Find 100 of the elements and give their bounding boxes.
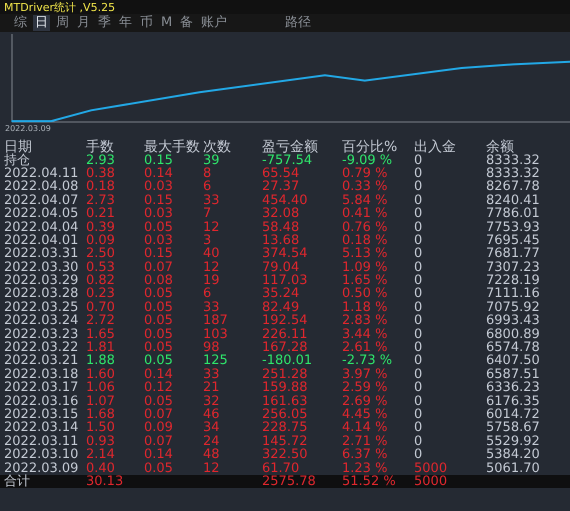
tab[interactable]: M: [159, 15, 174, 31]
tab[interactable]: 账户: [199, 15, 230, 31]
table-cell-text: 0.05: [144, 462, 174, 475]
table-cell-text: 5.84 %: [342, 194, 388, 207]
tab[interactable]: 日: [33, 15, 50, 31]
date-cell-text: 2022.03.28: [4, 287, 80, 300]
tab[interactable]: 年: [117, 15, 134, 31]
tab[interactable]: 币: [138, 15, 155, 31]
table-cell-text: 0.33 %: [342, 180, 388, 194]
balance-cell-text: 8240.41: [486, 194, 541, 207]
date-cell-text: 2022.03.29: [4, 274, 80, 288]
table-cell-text: 159.88: [262, 381, 308, 394]
chart-date-label: 2022.03.09: [4, 124, 52, 133]
deposit-cell-text: 5000: [414, 474, 448, 488]
column-header: 最大手数: [144, 140, 201, 154]
table-cell-text: 226.11: [262, 328, 308, 341]
table-cell-text: 5.13 %: [342, 247, 388, 260]
table-cell-text: 0.05: [144, 394, 174, 408]
table-cell-text: 0.15: [144, 154, 173, 167]
table-cell-text: 2.14: [86, 448, 116, 462]
column-header: 手数: [86, 140, 115, 154]
date-cell-text: 2022.04.05: [4, 207, 80, 220]
tab[interactable]: 季: [96, 15, 113, 31]
tab[interactable]: 备: [178, 15, 196, 31]
tab[interactable]: 周: [54, 15, 71, 31]
table-cell-text: 1.07: [86, 394, 116, 408]
table-cell-text: 125: [203, 354, 229, 368]
date-cell-text: 2022.04.07: [4, 194, 80, 207]
deposit-cell-text: 0: [414, 434, 424, 448]
balance-cell-text: 6574.78: [486, 341, 541, 354]
table-cell-text: 0.05: [144, 220, 174, 234]
table-cell-text: 228.75: [262, 421, 308, 434]
table-cell-text: 98: [203, 341, 220, 354]
date-cell-text: 2022.03.24: [4, 314, 80, 328]
balance-cell-text: 7075.92: [486, 300, 541, 314]
table-cell-text: 117.03: [262, 274, 308, 288]
column-header: 次数: [203, 140, 232, 154]
table-cell-text: 4.45 %: [342, 408, 388, 421]
balance-cell-text: 8267.78: [486, 180, 541, 194]
balance-cell-text: 6336.23: [486, 381, 541, 394]
balance-cell-text: 7753.93: [486, 220, 541, 234]
column-header: 盈亏金额: [262, 140, 319, 154]
deposit-cell-text: 0: [414, 154, 424, 167]
table-cell-text: -757.54: [262, 154, 312, 167]
date-cell-text: 2022.04.08: [4, 180, 80, 194]
date-cell-text: 2022.03.15: [4, 408, 80, 421]
table-cell-text: 0.23: [86, 287, 116, 300]
table-cell-text: 0.03: [144, 234, 174, 247]
table-cell-text: 3: [203, 234, 212, 247]
table-cell-text: 2.71 %: [342, 434, 388, 448]
table-cell-text: 1.09 %: [342, 260, 388, 274]
table-cell-text: 167.28: [262, 341, 308, 354]
balance-cell-text: 6407.50: [486, 354, 541, 368]
deposit-cell-text: 0: [414, 448, 422, 462]
table-cell-text: -9.09 %: [342, 154, 394, 167]
balance-cell-text: 8333.32: [486, 154, 541, 167]
table-cell-text: 33: [203, 368, 221, 381]
column-header: 出入金: [414, 140, 457, 154]
table-cell-text: 0.18: [86, 180, 116, 194]
table-cell-text: 187: [203, 314, 229, 328]
table-cell-text: 0.05: [144, 300, 174, 314]
table-cell-text: 27.37: [262, 180, 300, 194]
date-cell-text: 2022.03.30: [4, 260, 80, 274]
table-cell-text: 65.54: [262, 166, 300, 180]
table-cell-text: 33: [203, 194, 221, 207]
tab[interactable]: 综: [12, 15, 29, 31]
table-cell-text: 0.05: [144, 341, 174, 354]
date-cell-text: 2022.03.21: [4, 354, 80, 368]
table-cell-text: 4.14 %: [342, 421, 388, 434]
balance-cell-text: 6800.89: [486, 328, 541, 341]
date-cell-text: 2022.03.18: [4, 368, 80, 381]
table-cell-text: 0.15: [144, 194, 174, 207]
tab[interactable]: 路径: [283, 15, 314, 31]
table-cell-text: 0.41 %: [342, 207, 388, 220]
deposit-cell-text: 0: [414, 274, 424, 288]
date-cell-text: 2022.03.09: [4, 462, 80, 475]
table-cell-text: 1.06: [86, 381, 116, 394]
balance-cell-text: 7228.19: [486, 274, 541, 288]
deposit-cell-text: 0: [414, 287, 424, 300]
date-cell-text: 2022.03.14: [4, 421, 80, 434]
date-cell-text: 2022.03.23: [4, 328, 80, 341]
table-cell-text: 1.60: [86, 368, 116, 381]
table-cell-text: 8: [203, 166, 212, 180]
table-cell-text: 161.63: [262, 394, 308, 408]
table-cell-text: 13.68: [262, 234, 300, 247]
balance-cell-text: 5061.70: [486, 462, 541, 475]
table-cell-text: 256.05: [262, 408, 308, 421]
balance-cell-text: 7695.45: [486, 234, 541, 247]
date-cell-text: 2022.04.01: [4, 234, 80, 247]
column-header: 日期: [4, 140, 33, 154]
table-cell-text: 0.18 %: [342, 234, 388, 247]
table-cell-text: 82.49: [262, 300, 300, 314]
deposit-cell-text: 5000: [414, 462, 448, 475]
balance-cell-text: 5758.67: [486, 421, 541, 434]
tab[interactable]: 月: [75, 15, 92, 31]
deposit-cell-text: 0: [414, 408, 424, 421]
table-cell-text: 6: [203, 180, 212, 194]
table-cell-text: 6: [203, 287, 212, 300]
table-cell-text: 2.50: [86, 247, 116, 260]
table-cell-text: 1.50: [86, 421, 116, 434]
